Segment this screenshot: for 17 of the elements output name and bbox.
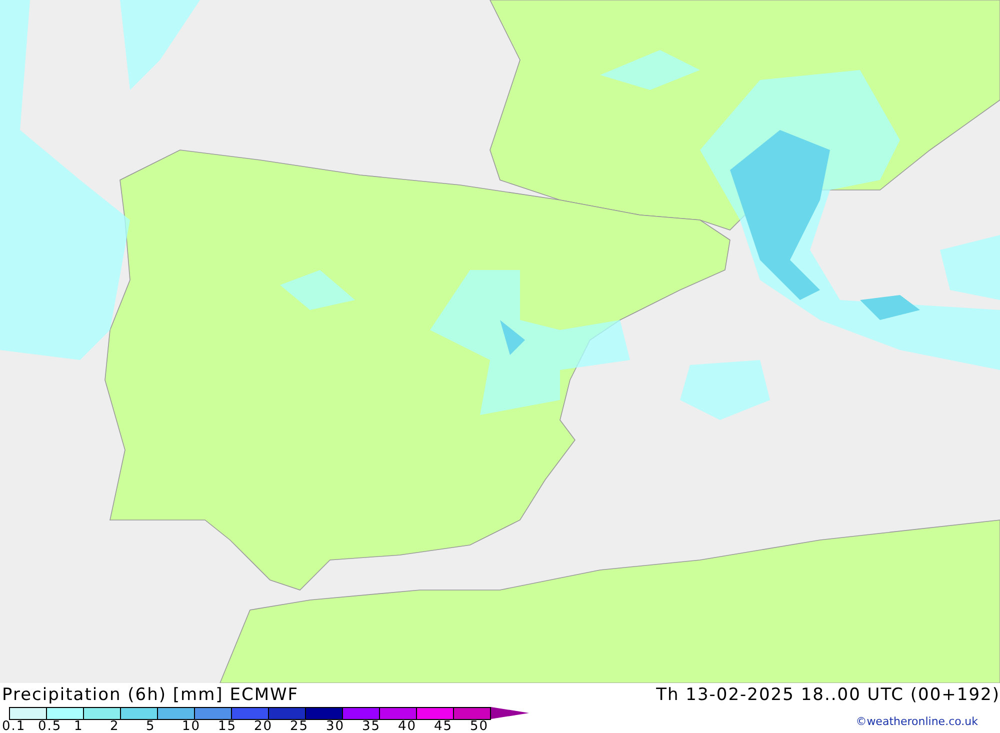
legend-label: 5 bbox=[146, 719, 156, 733]
legend-label: 20 bbox=[254, 719, 274, 733]
legend-label: 30 bbox=[326, 719, 346, 733]
legend-label: 2 bbox=[110, 719, 120, 733]
map-title: Precipitation (6h) [mm] ECMWF bbox=[1, 685, 299, 705]
legend-label: 45 bbox=[434, 719, 454, 733]
legend-label: 0.5 bbox=[38, 719, 63, 733]
legend-label: 0.1 bbox=[2, 719, 27, 733]
legend-label: 50 bbox=[470, 719, 490, 733]
credit-text: ©weatheronline.co.uk bbox=[856, 714, 978, 728]
legend-label: 25 bbox=[290, 719, 310, 733]
legend-label: 35 bbox=[362, 719, 382, 733]
legend-label: 15 bbox=[218, 719, 238, 733]
legend-label: 1 bbox=[74, 719, 84, 733]
legend-label: 40 bbox=[398, 719, 418, 733]
valid-time: Th 13-02-2025 18..00 UTC (00+192) bbox=[656, 685, 1000, 705]
legend-label: 10 bbox=[182, 719, 202, 733]
